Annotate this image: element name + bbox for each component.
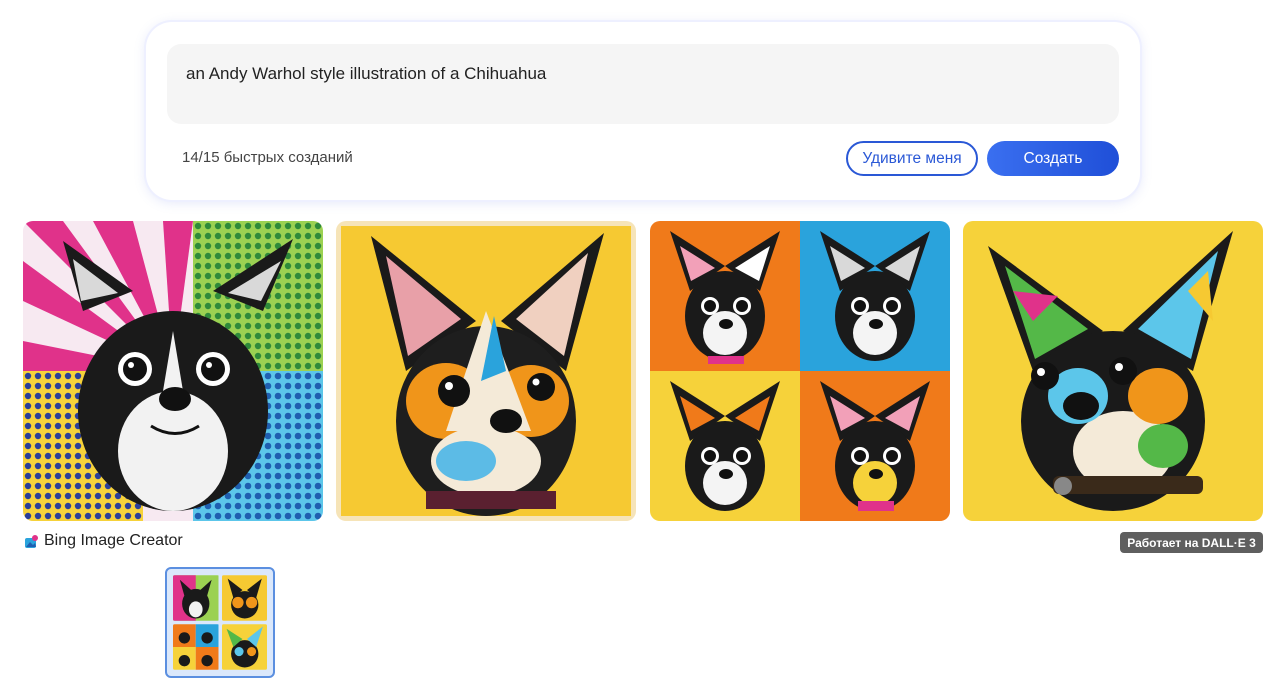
history-thumbnail[interactable] <box>165 567 275 678</box>
powered-by-badge: Работает на DALL·E 3 <box>1120 532 1263 553</box>
prompt-input[interactable]: an Andy Warhol style illustration of a C… <box>167 44 1119 124</box>
thumbnail-image-1 <box>173 575 219 621</box>
boost-counter: 14/15 быстрых созданий <box>182 149 353 166</box>
chihuahua-image-1 <box>23 221 323 521</box>
chihuahua-image-2 <box>336 221 636 521</box>
image-result-2[interactable] <box>336 221 636 521</box>
bing-image-creator-icon <box>25 534 38 548</box>
image-result-1[interactable] <box>23 221 323 521</box>
brand-label[interactable]: Bing Image Creator <box>24 532 183 550</box>
prompt-text[interactable]: an Andy Warhol style illustration of a C… <box>186 64 546 84</box>
create-button[interactable]: Создать <box>987 141 1119 176</box>
image-result-4[interactable] <box>963 221 1263 521</box>
image-result-3[interactable] <box>650 221 950 521</box>
thumbnail-image-4 <box>221 624 267 670</box>
thumbnail-image-2 <box>221 575 267 621</box>
surprise-me-button[interactable]: Удивите меня <box>846 141 978 176</box>
chihuahua-image-4 <box>963 221 1263 521</box>
chihuahua-image-3 <box>650 221 950 521</box>
thumbnail-image-3 <box>173 624 219 670</box>
prompt-card: an Andy Warhol style illustration of a C… <box>146 22 1140 200</box>
brand-text: Bing Image Creator <box>44 532 183 549</box>
